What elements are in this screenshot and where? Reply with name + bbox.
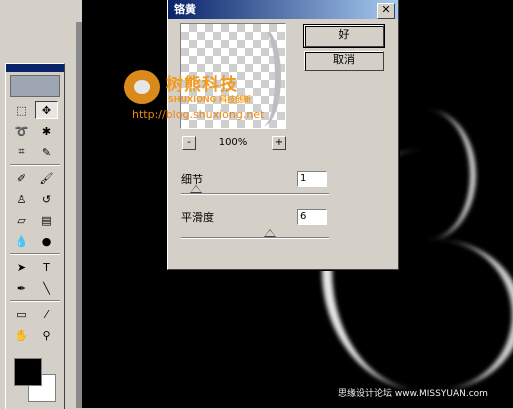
smoothness-slider-thumb[interactable] xyxy=(263,229,276,237)
gradient-icon[interactable]: ▤ xyxy=(35,211,58,229)
history-brush-icon[interactable]: ↺ xyxy=(35,190,58,208)
brush-icon[interactable]: 🖌 xyxy=(35,169,58,187)
detail-slider-track[interactable] xyxy=(181,193,329,195)
tool-separator xyxy=(10,253,60,255)
blur-icon[interactable]: 💧 xyxy=(10,232,33,250)
crop-icon[interactable]: ⌗ xyxy=(10,143,33,161)
dialog-title: 铬黄 xyxy=(168,0,398,19)
healing-brush-icon[interactable]: ✐ xyxy=(10,169,33,187)
tool-row: 💧 ● xyxy=(10,232,60,250)
dodge-icon[interactable]: ● xyxy=(35,232,58,250)
magic-wand-icon[interactable]: ✱ xyxy=(35,122,58,140)
tool-row: ⌗ ✎ xyxy=(10,143,60,161)
type-icon[interactable]: T xyxy=(35,258,58,276)
tool-row: ✒ ╲ xyxy=(10,279,60,297)
smoothness-input[interactable]: 6 xyxy=(297,209,327,225)
move-icon[interactable]: ✥ xyxy=(35,101,58,119)
tool-row: ▭ ⁄ xyxy=(10,305,60,323)
slice-icon[interactable]: ✎ xyxy=(35,143,58,161)
bottom-watermark-text: 思缘设计论坛 xyxy=(338,389,393,399)
tool-separator xyxy=(10,164,60,166)
close-icon: ✕ xyxy=(381,3,391,16)
marquee-icon[interactable]: ⬚ xyxy=(10,101,33,119)
watermark-brand: 树熊科技 xyxy=(166,75,238,95)
tool-row: ➰ ✱ xyxy=(10,122,60,140)
pen-icon[interactable]: ✒ xyxy=(10,279,33,297)
palette-logo[interactable] xyxy=(10,75,60,97)
watermark-subtitle: SHUXIONG 科技创新 xyxy=(168,95,251,104)
line-icon[interactable]: ╲ xyxy=(35,279,58,297)
cancel-button[interactable]: 取消 xyxy=(304,51,384,71)
foreground-color-swatch[interactable] xyxy=(14,358,42,386)
eyedropper-icon[interactable]: ⁄ xyxy=(35,305,58,323)
zoom-in-button[interactable]: + xyxy=(272,136,286,150)
ok-button[interactable]: 好 xyxy=(303,24,385,48)
close-button[interactable]: ✕ xyxy=(377,3,395,19)
tool-row: ✐ 🖌 xyxy=(10,169,60,187)
koala-logo-icon xyxy=(124,70,160,104)
detail-input[interactable]: 1 xyxy=(297,171,327,187)
tool-palette: ⬚ ✥ ➰ ✱ ⌗ ✎ ✐ 🖌 ♙ ↺ ▱ ▤ 💧 ● ➤ T ✒ ╲ ▭ ⁄ ✋ ⚲ xyxy=(5,63,65,409)
tool-palette-titlebar[interactable] xyxy=(6,64,64,72)
tool-row: ✋ ⚲ xyxy=(10,326,60,344)
hand-icon[interactable]: ✋ xyxy=(10,326,33,344)
document-edge xyxy=(76,22,82,408)
chrome-filter-dialog: 铬黄 ✕ 好 取消 - 100% + 细节 1 平滑度 6 xyxy=(167,0,399,270)
zoom-level: 100% xyxy=(218,137,248,148)
tool-separator xyxy=(10,300,60,302)
tool-row: ⬚ ✥ xyxy=(10,101,60,119)
smoothness-label: 平滑度 xyxy=(181,211,214,224)
notes-icon[interactable]: ▭ xyxy=(10,305,33,323)
eraser-icon[interactable]: ▱ xyxy=(10,211,33,229)
bottom-watermark: 思缘设计论坛 www.MISSYUAN.com xyxy=(338,386,513,400)
smoothness-slider-track[interactable] xyxy=(181,237,329,239)
color-swatches xyxy=(12,358,58,404)
clone-stamp-icon[interactable]: ♙ xyxy=(10,190,33,208)
tool-row: ▱ ▤ xyxy=(10,211,60,229)
dialog-title-text: 铬黄 xyxy=(174,3,196,16)
path-select-icon[interactable]: ➤ xyxy=(10,258,33,276)
detail-slider-thumb[interactable] xyxy=(189,185,202,193)
tool-row: ♙ ↺ xyxy=(10,190,60,208)
tool-row: ➤ T xyxy=(10,258,60,276)
tool-grid: ⬚ ✥ ➰ ✱ ⌗ ✎ ✐ 🖌 ♙ ↺ ▱ ▤ 💧 ● ➤ T ✒ ╲ ▭ ⁄ ✋ ⚲ xyxy=(6,101,64,344)
zoom-icon[interactable]: ⚲ xyxy=(35,326,58,344)
bottom-watermark-url: www.MISSYUAN.com xyxy=(394,389,488,399)
lasso-icon[interactable]: ➰ xyxy=(10,122,33,140)
watermark-url: http://blog.shuxiong.net xyxy=(132,108,265,121)
zoom-out-button[interactable]: - xyxy=(182,136,196,150)
site-watermark: 树熊科技 SHUXIONG 科技创新 http://blog.shuxiong.… xyxy=(124,68,274,128)
